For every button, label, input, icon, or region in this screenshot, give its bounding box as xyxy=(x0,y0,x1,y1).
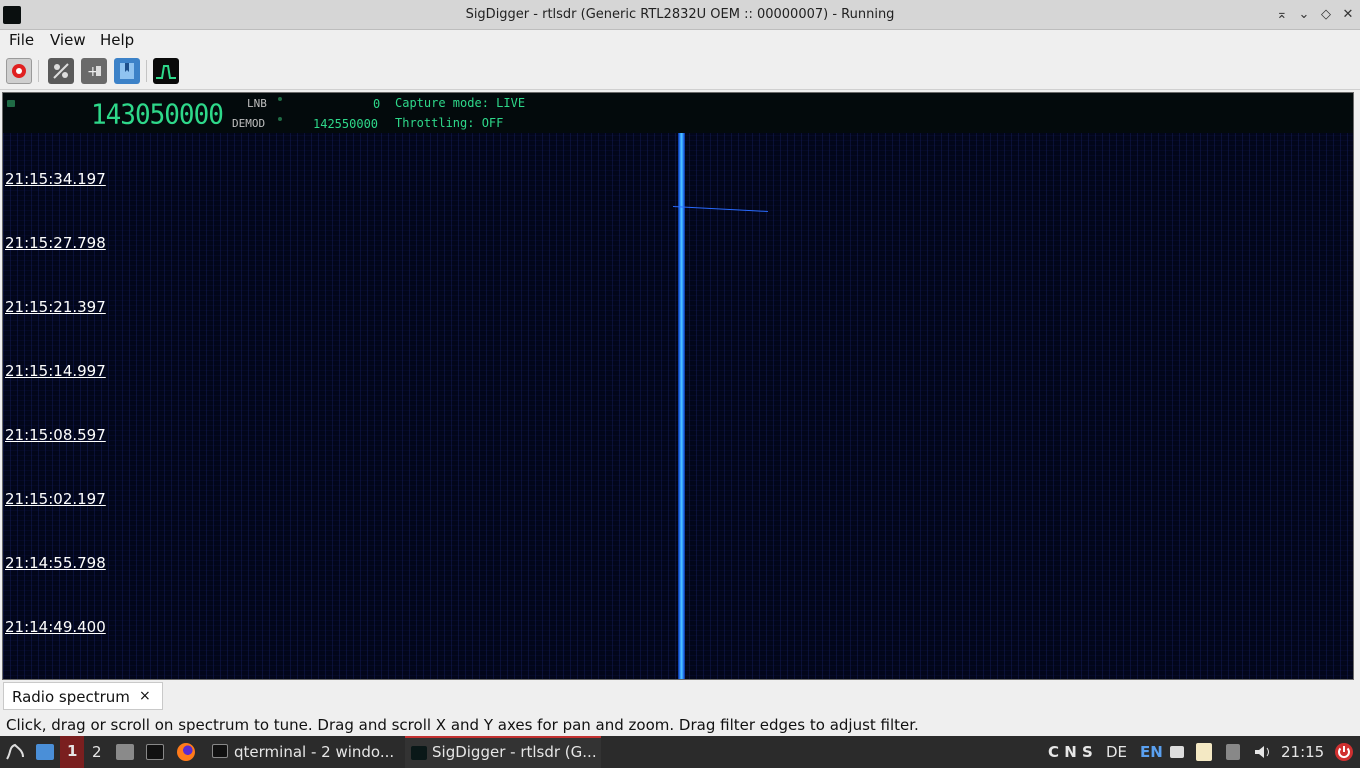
frequency-readout: 143050000 LNB 0 DEMOD 142550000 Capture … xyxy=(3,93,1353,133)
signal-trace xyxy=(678,133,685,679)
settings-button[interactable] xyxy=(48,58,74,84)
add-button[interactable]: + xyxy=(81,58,107,84)
menu-file[interactable]: File xyxy=(9,31,34,49)
window-list-icon[interactable] xyxy=(1170,746,1184,758)
bookmark-button[interactable] xyxy=(114,58,140,84)
waterfall-timestamp: 21:15:34.197 xyxy=(5,170,106,188)
show-desktop-icon[interactable] xyxy=(36,744,54,760)
lnb-value[interactable]: 0 xyxy=(373,97,380,111)
waterfall-timestamp: 21:15:02.197 xyxy=(5,490,106,508)
menu-view[interactable]: View xyxy=(50,31,86,49)
record-icon xyxy=(12,64,26,78)
spectrum-panel[interactable]: 143050000 LNB 0 DEMOD 142550000 Capture … xyxy=(2,92,1354,680)
lnb-lock-icon[interactable] xyxy=(278,97,282,101)
clipboard-icon[interactable] xyxy=(1196,743,1212,761)
workspace-2[interactable]: 2 xyxy=(92,743,102,761)
task-qterminal[interactable]: qterminal - 2 windo... xyxy=(208,736,403,768)
removable-media-icon[interactable] xyxy=(1226,744,1240,760)
terminal-icon[interactable] xyxy=(146,744,164,760)
status-bar: Click, drag or scroll on spectrum to tun… xyxy=(0,712,1360,736)
signal-streak xyxy=(672,206,768,212)
spectrum-icon xyxy=(156,65,176,79)
lnb-label: LNB xyxy=(247,97,267,110)
tab-bar: Radio spectrum × xyxy=(0,681,1360,712)
task-sigdigger[interactable]: SigDigger - rtlsdr (G... xyxy=(405,736,601,768)
demod-lock-icon[interactable] xyxy=(278,117,282,121)
capture-mode: Capture mode: LIVE xyxy=(395,96,526,110)
spectrum-button[interactable] xyxy=(153,58,179,84)
settings-icon xyxy=(53,63,69,79)
tab-label: Radio spectrum xyxy=(12,688,130,706)
waterfall-timestamp: 21:15:08.597 xyxy=(5,426,106,444)
tab-close-icon[interactable]: × xyxy=(139,688,151,704)
demod-value[interactable]: 142550000 xyxy=(313,117,378,131)
tab-radio-spectrum[interactable]: Radio spectrum × xyxy=(3,682,163,710)
maximize-icon[interactable]: ◇ xyxy=(1316,5,1336,25)
clock[interactable]: 21:15 xyxy=(1281,743,1324,761)
waterfall-timestamp: 21:14:49.400 xyxy=(5,618,106,636)
window-title: SigDigger - rtlsdr (Generic RTL2832U OEM… xyxy=(465,7,895,22)
qterminal-icon xyxy=(212,744,228,758)
waterfall-timestamp: 21:15:14.997 xyxy=(5,362,106,380)
status-hint: Click, drag or scroll on spectrum to tun… xyxy=(6,716,919,734)
toolbar-separator xyxy=(146,60,147,82)
toolbar-separator xyxy=(38,60,39,82)
task-label: qterminal - 2 windo... xyxy=(234,743,395,761)
waterfall-timestamp: 21:15:21.397 xyxy=(5,298,106,316)
waterfall-timestamp: 21:14:55.798 xyxy=(5,554,106,572)
lock-icon[interactable] xyxy=(7,100,15,107)
firefox-icon[interactable] xyxy=(177,743,195,761)
toolbar: + xyxy=(0,52,1360,90)
waterfall-display[interactable]: 21:15:34.197 21:15:27.798 21:15:21.397 2… xyxy=(3,133,1353,679)
volume-icon[interactable] xyxy=(1253,744,1273,760)
menu-help[interactable]: Help xyxy=(100,31,134,49)
minimize-icon[interactable]: ⌄ xyxy=(1294,5,1314,25)
close-icon[interactable]: ✕ xyxy=(1338,5,1358,25)
taskbar: 1 2 qterminal - 2 windo... SigDigger - r… xyxy=(0,736,1360,768)
bookmark-icon xyxy=(120,63,134,79)
keep-above-icon[interactable]: ⌅ xyxy=(1272,5,1292,25)
workspace-1[interactable]: 1 xyxy=(60,736,84,768)
keyboard-layout-de[interactable]: DE xyxy=(1106,743,1127,761)
task-label: SigDigger - rtlsdr (G... xyxy=(432,743,597,761)
menu-bar: File View Help xyxy=(0,30,1360,52)
main-frequency[interactable]: 143050000 xyxy=(91,99,224,131)
keyboard-layout-en[interactable]: EN xyxy=(1140,743,1163,761)
throttling-status: Throttling: OFF xyxy=(395,116,504,130)
file-manager-icon[interactable] xyxy=(116,744,134,760)
power-icon[interactable] xyxy=(1334,742,1354,762)
sigdigger-icon xyxy=(411,746,427,760)
keyboard-indicators: C N S xyxy=(1048,743,1093,761)
window-titlebar: SigDigger - rtlsdr (Generic RTL2832U OEM… xyxy=(0,0,1360,30)
waterfall-timestamp: 21:15:27.798 xyxy=(5,234,106,252)
record-button[interactable] xyxy=(6,58,32,84)
demod-label: DEMOD xyxy=(232,117,266,130)
add-icon: + xyxy=(87,64,101,80)
start-menu-icon[interactable] xyxy=(5,743,25,761)
